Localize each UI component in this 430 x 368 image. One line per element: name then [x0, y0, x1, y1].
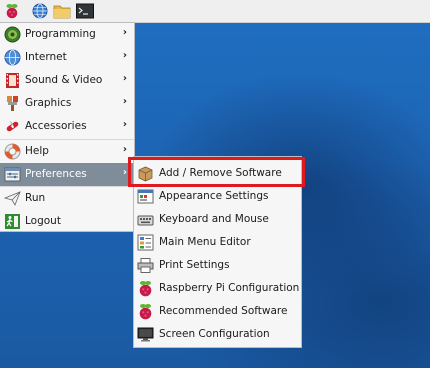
main-menu: Programming › Internet › Sound & Video ›… [0, 22, 135, 232]
submenu-item-label: Print Settings [159, 259, 230, 271]
menu-item-internet[interactable]: Internet › [0, 46, 134, 69]
submenu-item-main-menu-editor[interactable]: Main Menu Editor [134, 231, 301, 254]
taskbar [0, 0, 430, 23]
chevron-right-icon: › [122, 119, 127, 130]
menu-item-label: Preferences [25, 168, 87, 180]
highlight-annotation-box [128, 157, 305, 187]
file-manager-icon[interactable] [53, 2, 71, 20]
swiss-knife-icon [4, 118, 21, 135]
paper-plane-icon [3, 190, 21, 207]
submenu-item-recommended-software[interactable]: Recommended Software [134, 300, 301, 323]
preferences-icon [4, 166, 21, 183]
menu-editor-icon [137, 234, 154, 251]
web-browser-icon[interactable] [31, 2, 49, 20]
menu-item-label: Sound & Video [25, 74, 103, 86]
chevron-right-icon: › [122, 50, 127, 61]
submenu-item-appearance-settings[interactable]: Appearance Settings [134, 185, 301, 208]
chevron-right-icon: › [122, 144, 127, 155]
raspberry-icon [137, 303, 154, 320]
submenu-item-raspberry-pi-configuration[interactable]: Raspberry Pi Configuration [134, 277, 301, 300]
chevron-right-icon: › [122, 27, 127, 38]
menu-item-label: Internet [25, 51, 67, 63]
menu-item-label: Run [25, 192, 46, 204]
submenu-item-screen-configuration[interactable]: Screen Configuration [134, 323, 301, 346]
menu-item-label: Logout [25, 215, 61, 227]
raspberry-icon [137, 280, 154, 297]
chevron-right-icon: › [122, 96, 127, 107]
printer-icon [137, 257, 154, 274]
keyboard-icon [137, 211, 154, 228]
menu-item-run[interactable]: Run [0, 187, 134, 210]
lifebuoy-icon [4, 143, 21, 160]
submenu-item-label: Main Menu Editor [159, 236, 251, 248]
submenu-item-label: Keyboard and Mouse [159, 213, 269, 225]
menu-item-graphics[interactable]: Graphics › [0, 92, 134, 115]
submenu-item-label: Screen Configuration [159, 328, 270, 340]
programming-icon [4, 26, 21, 43]
menu-item-logout[interactable]: Logout [0, 210, 134, 233]
menu-item-accessories[interactable]: Accessories › [0, 115, 134, 138]
menu-item-label: Graphics [25, 97, 72, 109]
terminal-icon[interactable] [76, 2, 94, 20]
chevron-right-icon: › [122, 167, 127, 178]
chevron-right-icon: › [122, 73, 127, 84]
menu-item-sound-video[interactable]: Sound & Video › [0, 69, 134, 92]
submenu-item-label: Appearance Settings [159, 190, 269, 202]
film-icon [4, 72, 21, 89]
appearance-icon [137, 188, 154, 205]
submenu-item-label: Raspberry Pi Configuration [159, 282, 300, 294]
menu-item-help[interactable]: Help › [0, 140, 134, 163]
submenu-item-label: Recommended Software [159, 305, 288, 317]
menu-item-programming[interactable]: Programming › [0, 23, 134, 46]
paintbrush-icon [4, 95, 21, 112]
monitor-icon [137, 326, 154, 343]
submenu-item-print-settings[interactable]: Print Settings [134, 254, 301, 277]
menu-item-label: Help [25, 145, 49, 157]
menu-item-preferences[interactable]: Preferences › [0, 163, 134, 186]
globe-icon [4, 49, 21, 66]
exit-icon [4, 213, 21, 230]
menu-item-label: Programming [25, 28, 96, 40]
menu-item-label: Accessories [25, 120, 87, 132]
raspberry-menu-icon[interactable] [3, 2, 21, 20]
submenu-item-keyboard-and-mouse[interactable]: Keyboard and Mouse [134, 208, 301, 231]
